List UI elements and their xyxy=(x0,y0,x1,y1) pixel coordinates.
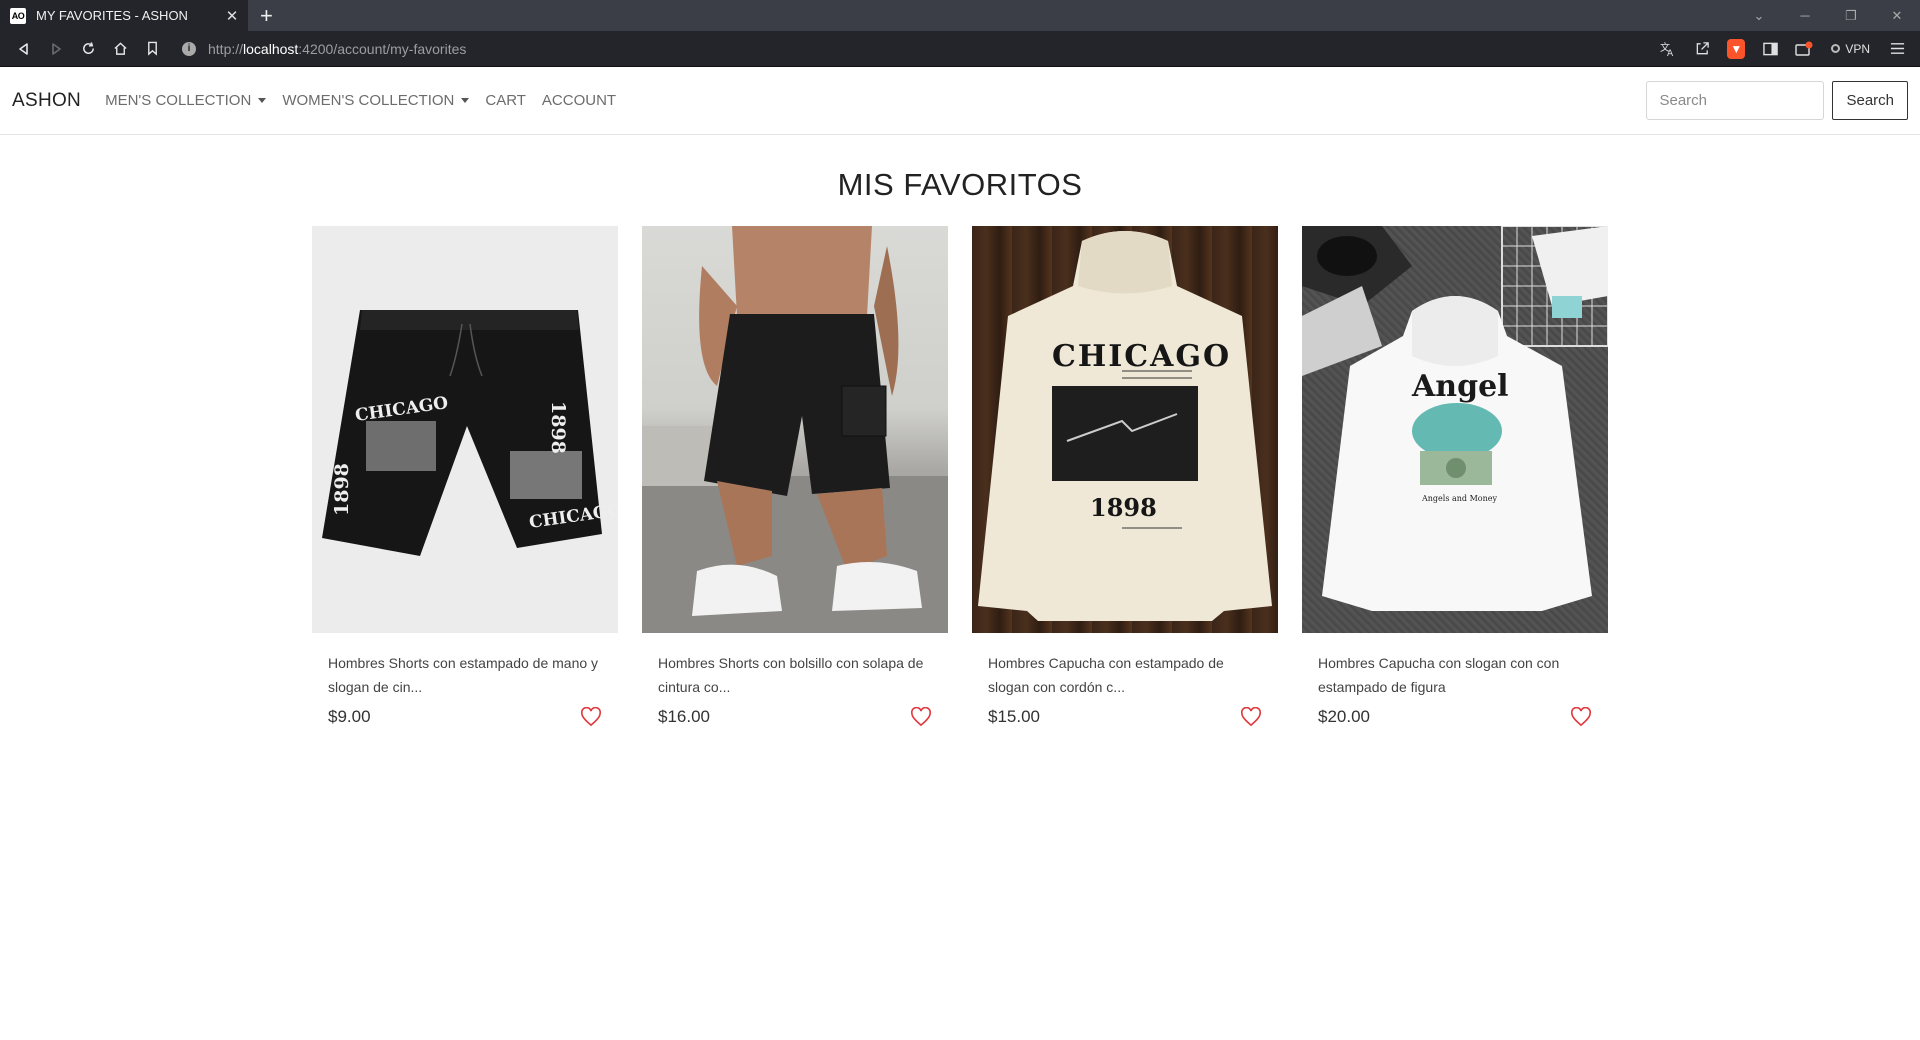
product-image[interactable]: Angel Angels and Money xyxy=(1302,226,1608,633)
share-icon[interactable] xyxy=(1687,35,1717,63)
favorite-heart-icon[interactable] xyxy=(1240,707,1262,727)
product-price: $9.00 xyxy=(328,707,371,726)
brand-logo[interactable]: ASHON xyxy=(12,90,81,112)
url-host: localhost xyxy=(243,40,299,57)
favorite-heart-icon[interactable] xyxy=(580,707,602,727)
favorites-grid: CHICAGO CHICAGO 1898 1898 Hombres Shorts… xyxy=(0,226,1920,727)
product-price: $16.00 xyxy=(658,707,710,726)
product-image[interactable] xyxy=(642,226,948,633)
print-text: Angel xyxy=(1411,369,1509,404)
product-name[interactable]: Hombres Capucha con estampado de slogan … xyxy=(988,651,1262,699)
vpn-label: VPN xyxy=(1845,41,1870,56)
bookmark-icon[interactable] xyxy=(136,34,168,64)
tab-list-icon[interactable]: ⌄ xyxy=(1736,8,1782,24)
product-price: $20.00 xyxy=(1318,707,1370,726)
nav-account[interactable]: ACCOUNT xyxy=(542,92,616,109)
svg-text:A: A xyxy=(1667,49,1674,57)
home-icon[interactable] xyxy=(104,34,136,64)
url-path: :4200/account/my-favorites xyxy=(298,40,467,57)
print-sub-text: Angels and Money xyxy=(1421,494,1497,503)
brave-shields-icon[interactable]: ▼ xyxy=(1721,35,1751,63)
nav-womens-collection[interactable]: WOMEN'S COLLECTION xyxy=(282,92,470,109)
close-tab-icon[interactable]: ✕ xyxy=(224,7,240,25)
product-card: Angel Angels and Money Hombres Capucha c… xyxy=(1302,226,1608,727)
minimize-icon[interactable]: ─ xyxy=(1782,8,1828,23)
print-text: CHICAGO xyxy=(1052,339,1231,374)
vpn-status-icon xyxy=(1831,44,1841,53)
product-card: CHICAGO 1898 Hombres Capucha con estampa… xyxy=(972,226,1278,727)
new-tab-icon[interactable]: + xyxy=(260,0,273,31)
search-button[interactable]: Search xyxy=(1832,81,1908,120)
product-name[interactable]: Hombres Capucha con slogan con con estam… xyxy=(1318,651,1592,699)
search-input[interactable] xyxy=(1646,81,1825,120)
close-window-icon[interactable]: ✕ xyxy=(1874,8,1920,24)
product-name[interactable]: Hombres Shorts con estampado de mano y s… xyxy=(328,651,602,699)
vpn-button[interactable]: VPN xyxy=(1823,42,1878,56)
dropdown-caret-icon xyxy=(461,98,470,103)
nav-label: WOMEN'S COLLECTION xyxy=(282,92,455,109)
reload-icon[interactable] xyxy=(72,34,104,64)
url-scheme: http:// xyxy=(208,40,244,57)
wallet-icon[interactable] xyxy=(1789,35,1819,63)
search-form: Search xyxy=(1646,81,1908,120)
nav-cart[interactable]: CART xyxy=(485,92,526,109)
browser-actions: 文A ▼ VPN xyxy=(1653,35,1912,63)
browser-tab[interactable]: AO MY FAVORITES - ASHON ✕ xyxy=(0,0,248,31)
product-image[interactable]: CHICAGO CHICAGO 1898 1898 xyxy=(312,226,618,633)
forward-icon[interactable] xyxy=(40,34,72,64)
site-info-icon[interactable]: i xyxy=(182,41,196,56)
tab-title: MY FAVORITES - ASHON xyxy=(36,8,188,23)
site-navbar: ASHON MEN'S COLLECTION WOMEN'S COLLECTIO… xyxy=(0,67,1920,135)
menu-icon[interactable] xyxy=(1882,35,1912,63)
sidebar-icon[interactable] xyxy=(1755,35,1785,63)
page-title: MIS FAVORITOS xyxy=(837,167,1083,202)
restore-icon[interactable]: ❐ xyxy=(1828,8,1874,24)
browser-tabbar: AO MY FAVORITES - ASHON ✕ + ⌄ ─ ❐ ✕ xyxy=(0,0,1920,31)
favorite-heart-icon[interactable] xyxy=(910,707,932,727)
nav-mens-collection[interactable]: MEN'S COLLECTION xyxy=(105,92,267,109)
browser-toolbar: i http://localhost:4200/account/my-favor… xyxy=(0,31,1920,67)
favicon: AO xyxy=(10,7,26,24)
dropdown-caret-icon xyxy=(258,98,267,103)
window-controls: ⌄ ─ ❐ ✕ xyxy=(1736,0,1920,31)
product-card: CHICAGO CHICAGO 1898 1898 Hombres Shorts… xyxy=(312,226,618,727)
print-year: 1898 xyxy=(1090,493,1157,522)
product-name[interactable]: Hombres Shorts con bolsillo con solapa d… xyxy=(658,651,932,699)
print-year: 1898 xyxy=(547,401,569,454)
back-icon[interactable] xyxy=(8,34,40,64)
address-bar[interactable]: i http://localhost:4200/account/my-favor… xyxy=(182,35,1653,63)
nav-label: MEN'S COLLECTION xyxy=(105,92,252,109)
print-year: 1898 xyxy=(331,463,353,516)
product-price: $15.00 xyxy=(988,707,1040,726)
product-image[interactable]: CHICAGO 1898 xyxy=(972,226,1278,633)
product-card: Hombres Shorts con bolsillo con solapa d… xyxy=(642,226,948,727)
favorite-heart-icon[interactable] xyxy=(1570,707,1592,727)
translate-icon[interactable]: 文A xyxy=(1653,35,1683,63)
